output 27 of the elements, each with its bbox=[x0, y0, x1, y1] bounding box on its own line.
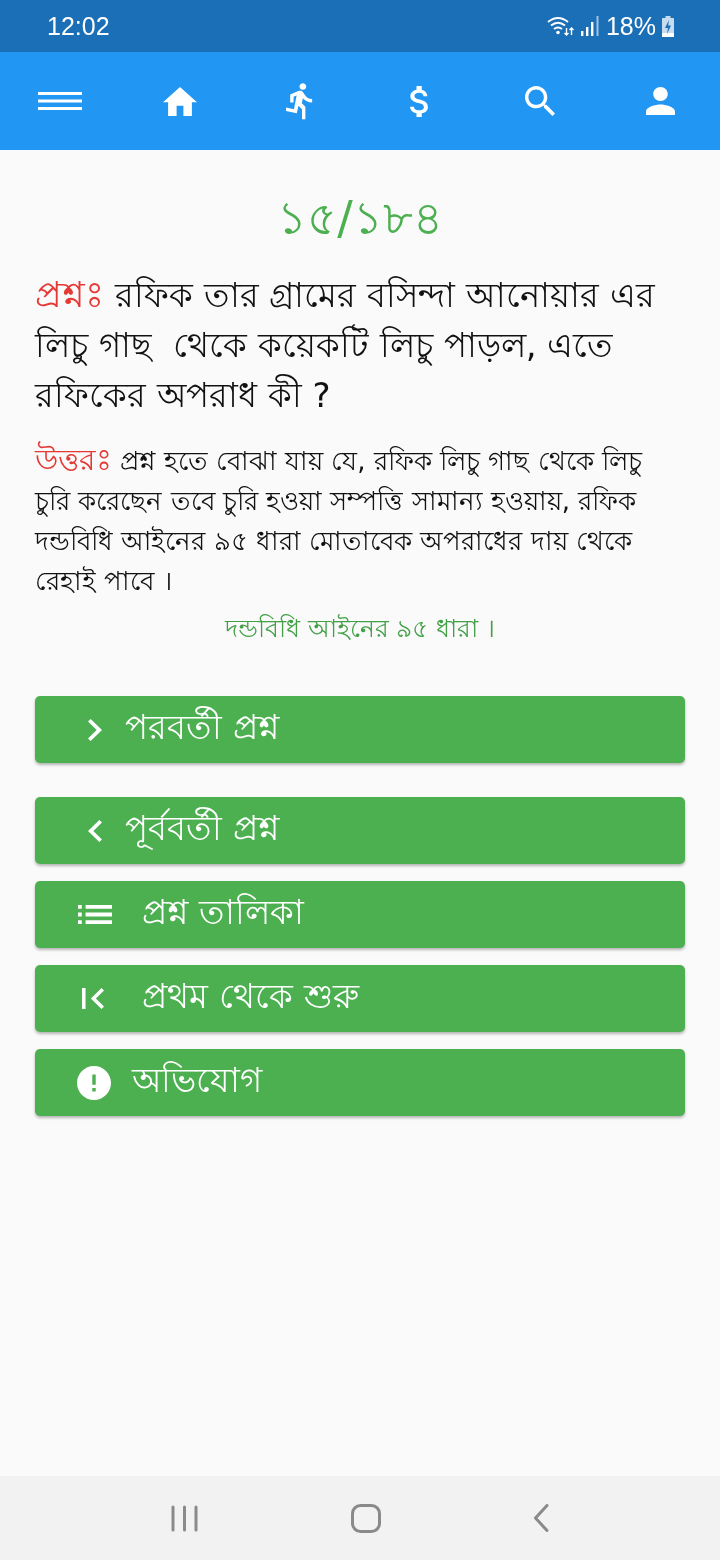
first-page-icon bbox=[82, 988, 104, 1009]
nav-button[interactable]: প্রশ্ন তালিকা bbox=[35, 881, 685, 948]
clock-time: 12:02 bbox=[47, 13, 110, 39]
law-reference: দন্ডবিধি আইনের ৯৫ ধারা । bbox=[223, 613, 497, 645]
nav-button[interactable]: পূর্ববর্তী প্রশ্ন bbox=[35, 797, 685, 864]
chevron-right-icon bbox=[88, 718, 102, 741]
home-button-icon[interactable] bbox=[351, 1503, 381, 1533]
wifi-icon bbox=[546, 16, 574, 36]
chevron-left-icon bbox=[88, 819, 102, 842]
nav-button[interactable]: অভিযোগ bbox=[35, 1049, 685, 1116]
back-icon[interactable] bbox=[533, 1504, 549, 1532]
search-icon[interactable] bbox=[525, 86, 555, 116]
nav-button[interactable]: প্রথম থেকে শুরু bbox=[35, 965, 685, 1032]
battery-percent: 18% bbox=[605, 13, 656, 39]
answer-text: উত্তরঃ প্রশ্ন হতে বোঝা যায় যে, রফিক লিচু গাছ থেকে লিচু চুরি করেছেন তবে চুরি হওয়া সম্পত্তি সামান্য হওয়ায়, রফিক দন্ডবিধি আইনের ৯৫ ধারা মোতাবেক অপরাধের দায় থেকে রেহাই পাবে । bbox=[35, 440, 644, 598]
dollar-icon[interactable] bbox=[410, 85, 430, 117]
person-icon[interactable] bbox=[645, 87, 675, 115]
menu-icon[interactable] bbox=[38, 92, 82, 110]
recent-apps-icon[interactable] bbox=[171, 1504, 199, 1532]
list-icon bbox=[78, 905, 112, 924]
nav-button[interactable]: পরবর্তী প্রশ্ন bbox=[35, 696, 685, 763]
home-icon[interactable] bbox=[163, 86, 197, 116]
question-counter: ১৫/১৮৪ bbox=[276, 190, 444, 247]
battery-charging-icon bbox=[662, 15, 674, 37]
running-person-icon[interactable] bbox=[286, 82, 314, 120]
signal-icon bbox=[579, 16, 600, 36]
question-text: প্রশ্নঃ রফিক তার গ্রামের বসিন্দা আনোয়ার এর লিচু গাছ থেকে কয়েকটি লিচু পাড়ল, এতে রফিকের অপরাধ কী ? bbox=[35, 273, 656, 417]
